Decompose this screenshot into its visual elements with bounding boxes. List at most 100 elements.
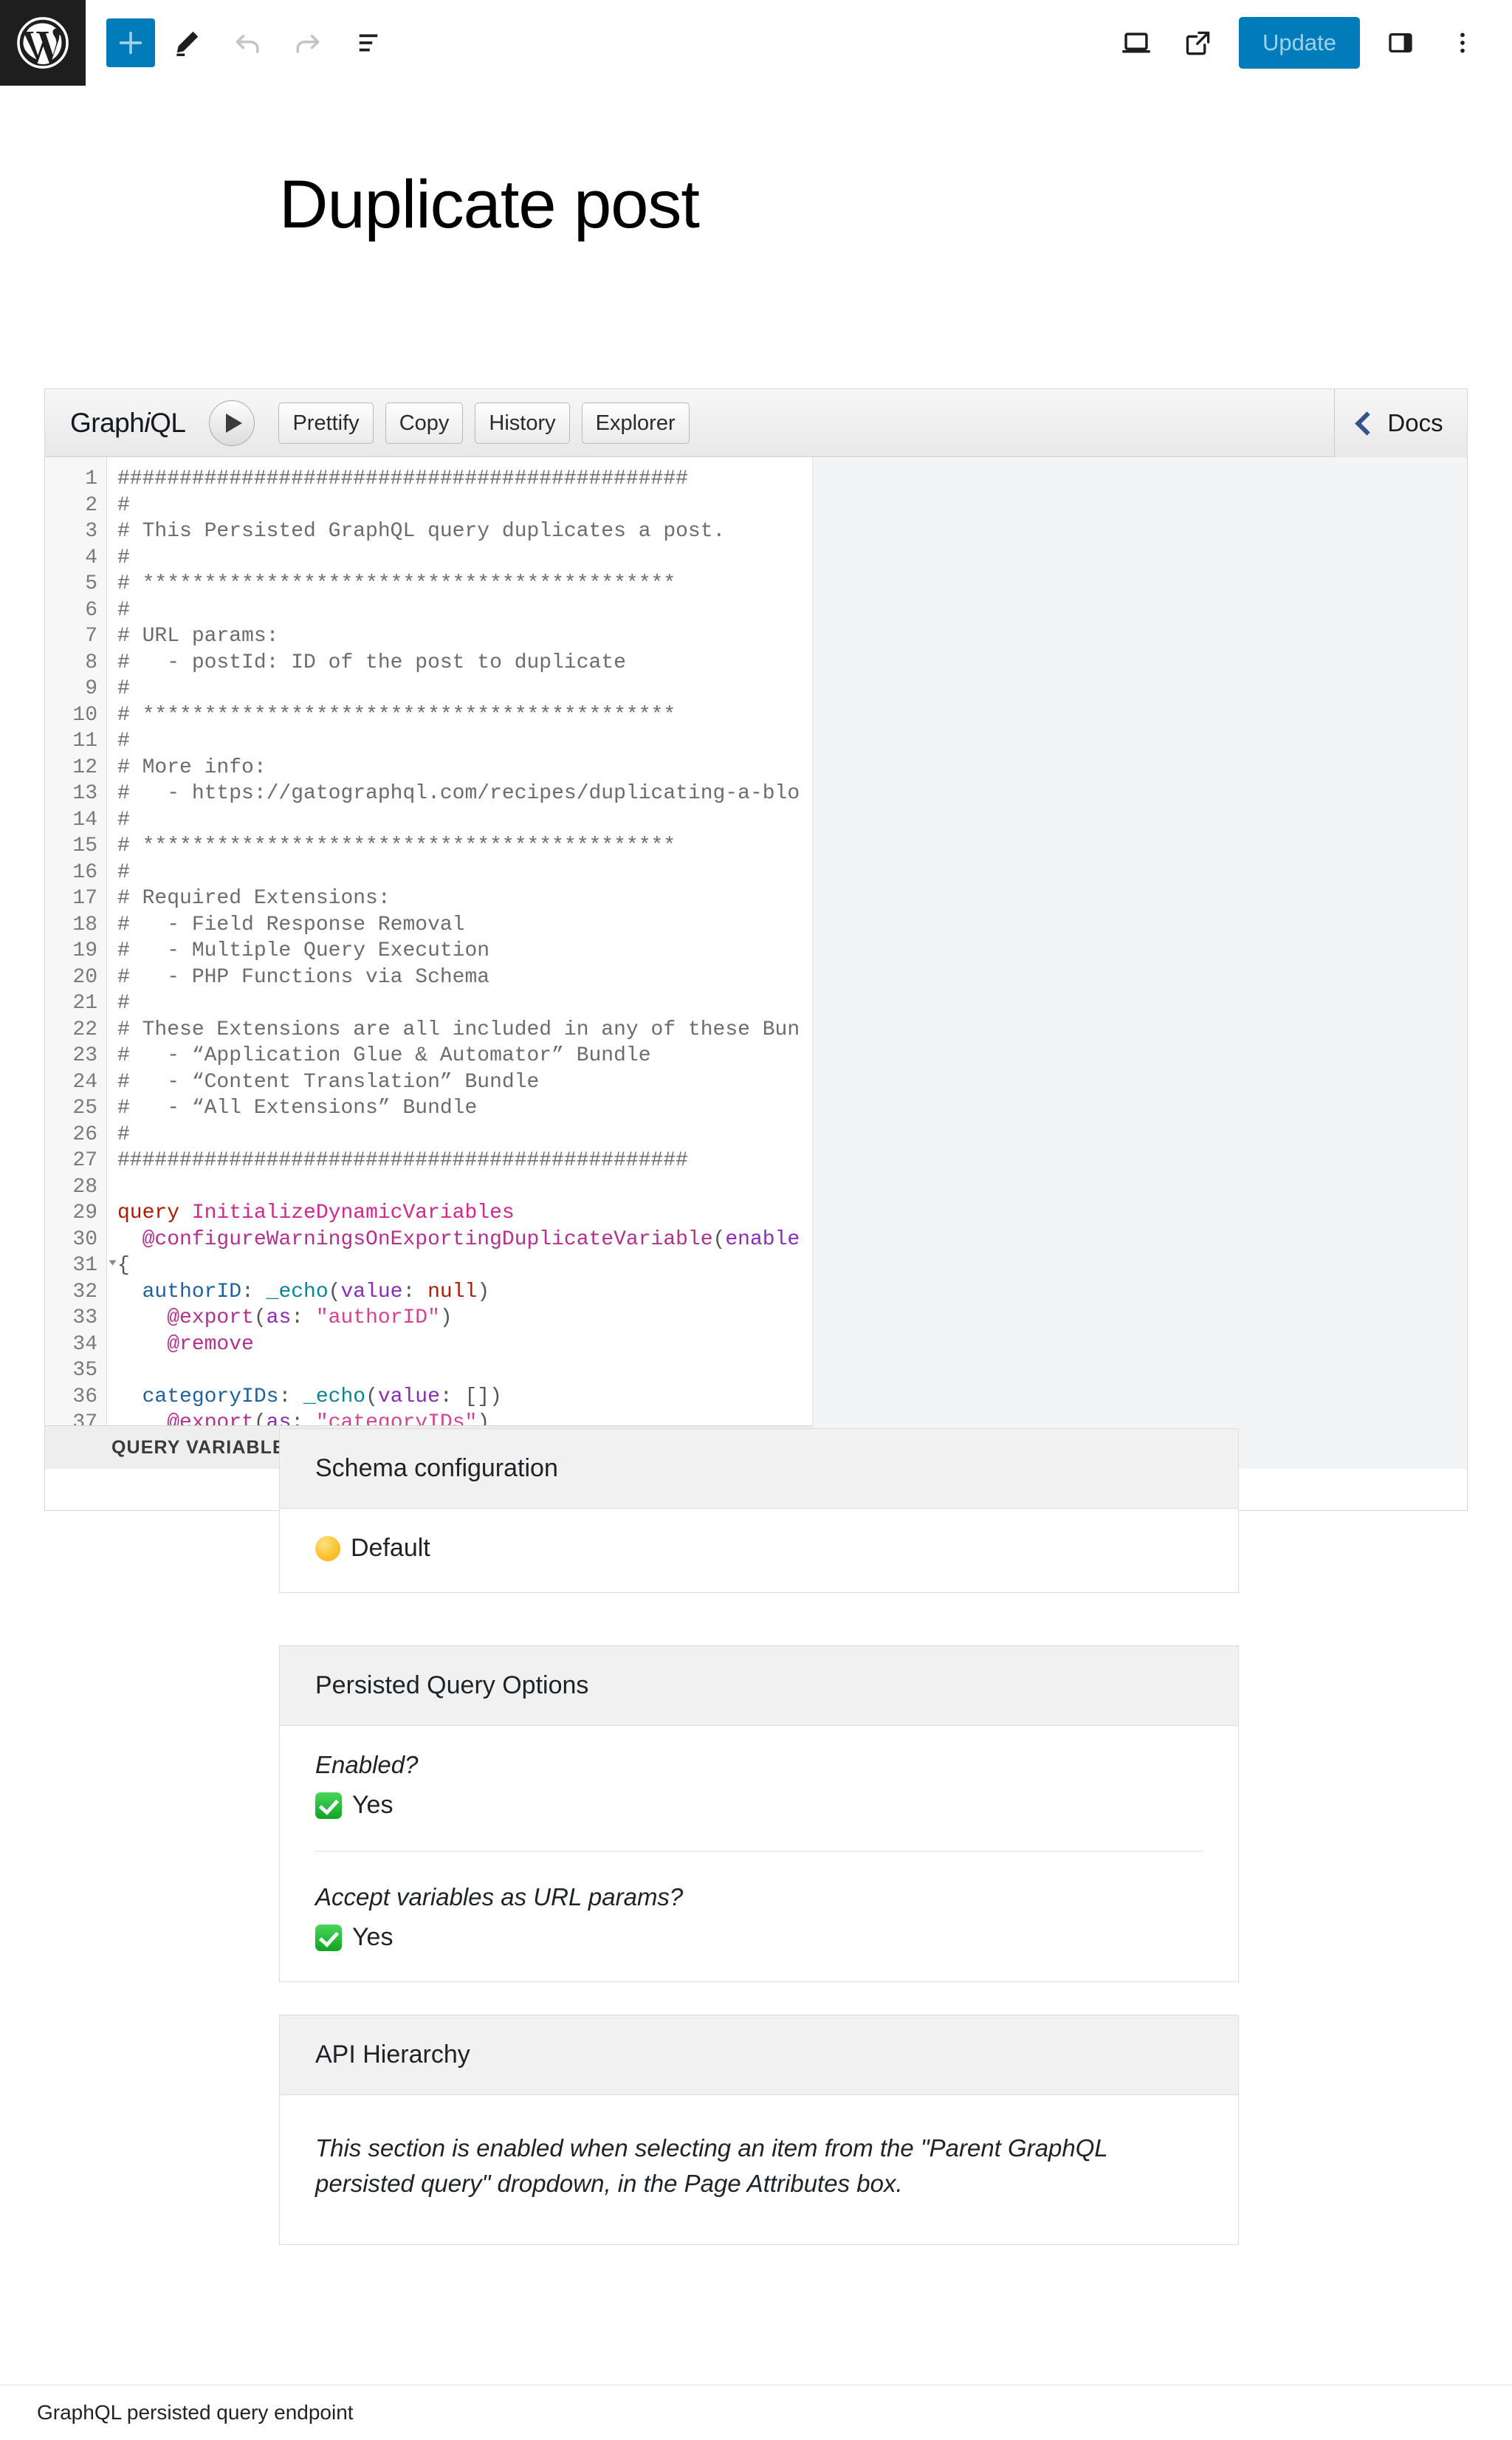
line-number: 8 (85, 651, 97, 674)
list-view-button[interactable] (340, 14, 397, 72)
execute-query-button[interactable] (209, 400, 255, 446)
code-line: @configureWarningsOnExportingDuplicateVa… (142, 1227, 800, 1251)
explorer-button[interactable]: Explorer (581, 402, 690, 444)
code-line: query InitializeDynamicVariables (117, 1202, 515, 1224)
wordpress-icon (17, 17, 69, 69)
graphiql-button-group: Prettify Copy History Explorer (278, 402, 690, 444)
metabox-title: Persisted Query Options (315, 1671, 589, 1699)
yellow-circle-icon (315, 1535, 340, 1561)
code-line: # **************************************… (117, 835, 676, 857)
toolbar-right-group: Update (1107, 14, 1512, 72)
line-number: 33 (72, 1306, 97, 1329)
code-line: # **************************************… (117, 572, 676, 595)
line-number: 14 (72, 808, 97, 832)
line-number: 36 (72, 1385, 97, 1408)
code-line: authorID: _echo(value: null) (142, 1280, 490, 1303)
code-line: # - Field Response Removal (117, 913, 465, 936)
code-line: # (117, 1123, 130, 1146)
field-label: Accept variables as URL params? (315, 1883, 684, 1910)
code-line: # (117, 992, 130, 1015)
line-number: 25 (72, 1097, 97, 1120)
code-line: # **************************************… (117, 703, 676, 727)
footer-status-text: GraphQL persisted query endpoint (37, 2401, 354, 2424)
code-line: # These Extensions are all included in a… (117, 1018, 800, 1041)
code-line: @remove (167, 1332, 254, 1356)
metabox-api-hierarchy: API Hierarchy This section is enabled wh… (279, 2015, 1239, 2245)
redo-icon (296, 35, 320, 54)
code-line: # URL params: (117, 625, 279, 648)
line-number: 34 (72, 1332, 97, 1356)
code-line: # - “Content Translation” Bundle (117, 1070, 540, 1094)
line-number: 23 (72, 1044, 97, 1067)
editor-top-bar: Update (0, 0, 1512, 86)
code-line: # This Persisted GraphQL query duplicate… (117, 520, 726, 543)
api-hierarchy-note: This section is enabled when selecting a… (315, 2134, 1108, 2197)
line-number: 24 (72, 1070, 97, 1094)
field-accept-url-params: Accept variables as URL params? Yes (315, 1883, 1203, 1952)
code-area[interactable]: 1 2 3 4 5 6 7 8 9 10 11 12 13 14 15 16 17 18 19 20 21 22 23 24 2… (45, 457, 812, 1425)
external-link-icon (1186, 31, 1210, 55)
play-icon (226, 413, 243, 433)
code-fold-icon[interactable] (109, 1260, 117, 1266)
view-post-button[interactable] (1169, 14, 1227, 72)
add-block-button[interactable] (106, 18, 155, 67)
metabox-header[interactable]: API Hierarchy (280, 2015, 1238, 2095)
line-number: 7 (85, 625, 97, 648)
field-value-row: Yes (315, 1791, 1203, 1820)
graphiql-toolbar: GraphiQL Prettify Copy History Explorer … (45, 389, 1467, 457)
line-number: 35 (72, 1359, 97, 1382)
settings-sidebar-button[interactable] (1372, 14, 1429, 72)
code-line: # (117, 546, 130, 569)
line-number: 2 (85, 493, 97, 517)
metabox-header[interactable]: Schema configuration (280, 1429, 1238, 1509)
code-line: ########################################… (117, 467, 688, 490)
preview-button[interactable] (1107, 14, 1165, 72)
metabox-body: Default (280, 1509, 1238, 1592)
more-options-button[interactable] (1434, 14, 1491, 72)
line-number: 17 (72, 887, 97, 910)
code-line: @export(as: "authorID") (167, 1306, 453, 1329)
green-check-icon (315, 1792, 342, 1819)
prettify-button[interactable]: Prettify (278, 402, 374, 444)
line-number: 15 (72, 835, 97, 857)
update-button[interactable]: Update (1239, 17, 1360, 69)
tools-button[interactable] (158, 14, 216, 72)
toolbar-left-group (86, 14, 397, 72)
field-value: Yes (352, 1923, 394, 1951)
copy-button[interactable]: Copy (385, 402, 464, 444)
redo-button[interactable] (279, 14, 337, 72)
query-variables-label: QUERY VARIABLES (111, 1436, 299, 1458)
metabox-header[interactable]: Persisted Query Options (280, 1646, 1238, 1726)
field-value: Yes (352, 1791, 394, 1819)
field-enabled: Enabled? Yes (315, 1751, 1203, 1820)
history-button[interactable]: History (475, 402, 570, 444)
code-line: categoryIDs: _echo(value: []) (142, 1385, 502, 1408)
metabox-title: API Hierarchy (315, 2040, 470, 2069)
graphiql-body: 1 2 3 4 5 6 7 8 9 10 11 12 13 14 15 16 17 18 19 20 21 22 23 24 2… (45, 457, 1467, 1469)
field-value-row: Yes (315, 1923, 1203, 1952)
editor-footer: GraphQL persisted query endpoint (0, 2385, 1512, 2440)
code-line: # - PHP Functions via Schema (117, 965, 490, 989)
wordpress-logo[interactable] (0, 0, 86, 86)
code-line: # (117, 598, 130, 622)
line-number: 4 (85, 546, 97, 569)
graphiql-logo-suffix: QL (150, 407, 186, 438)
code-line: # - https://gatographql.com/recipes/dupl… (117, 782, 800, 805)
code-line: # (117, 860, 130, 884)
line-number: 28 (72, 1175, 97, 1199)
undo-button[interactable] (219, 14, 276, 72)
page-title[interactable]: Duplicate post (0, 86, 1512, 239)
query-code[interactable]: ########################################… (107, 457, 812, 1425)
metabox-persisted-query-options: Persisted Query Options Enabled? Yes Acc… (279, 1645, 1239, 1982)
code-line: # (117, 730, 130, 753)
code-line: # Required Extensions: (117, 887, 391, 910)
code-line: # (117, 677, 130, 700)
line-number: 26 (72, 1123, 97, 1146)
line-number: 30 (72, 1227, 97, 1251)
code-line: @export(as: "categoryIDs") (167, 1411, 490, 1425)
line-number: 20 (72, 965, 97, 989)
metabox-body: This section is enabled when selecting a… (280, 2095, 1238, 2244)
list-view-icon (359, 34, 378, 52)
docs-toggle-button[interactable]: Docs (1334, 389, 1467, 457)
